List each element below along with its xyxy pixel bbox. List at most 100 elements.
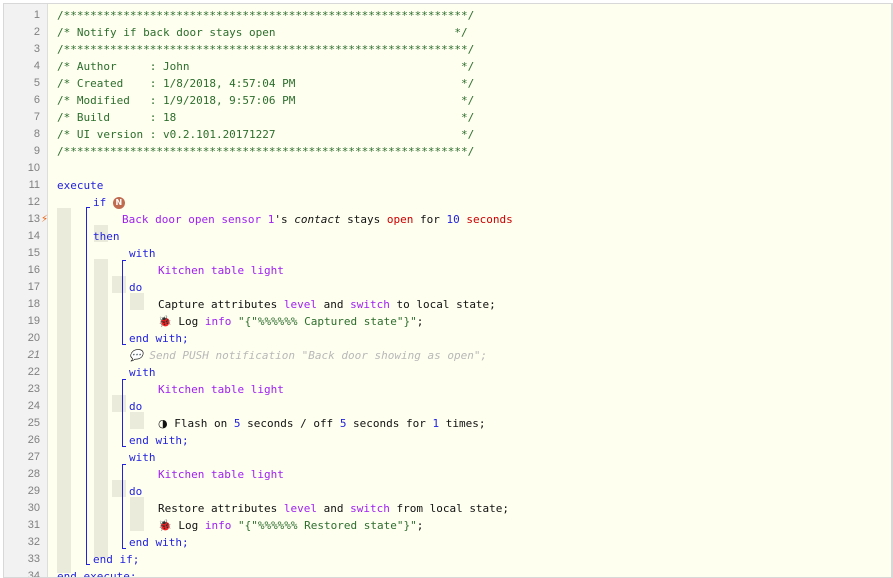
with-keyword[interactable]: with [129,245,156,262]
with-keyword[interactable]: with [129,449,156,466]
do-keyword[interactable]: do [129,483,142,500]
code-line[interactable]: 28 Kitchen table light [4,466,892,483]
line-number: 8 [33,128,40,140]
line-number: 9 [33,145,40,157]
code-line[interactable]: 7 /* Build : 18 */ [4,109,892,126]
attribute-name: level [283,298,317,311]
code-line[interactable]: 26 end with; [4,432,892,449]
lightning-bolt-icon: ⚡ [41,214,49,225]
line-number: 31 [27,519,40,531]
code-line[interactable]: 31 🐞 Log info "{"%%%%%% Restored state"}"… [4,517,892,534]
line-number: 30 [27,502,40,514]
statement-text[interactable]: Restore attributes [158,502,284,515]
line-number: 32 [27,536,40,548]
then-keyword[interactable]: then [93,228,120,245]
code-line[interactable]: 10 [4,160,892,177]
code-line[interactable]: 8 /* UI version : v0.2.101.20171227 */ [4,126,892,143]
condition-badge-icon[interactable]: N [112,197,125,209]
code-line[interactable]: 23 Kitchen table light [4,381,892,398]
statement-text[interactable]: Log [172,519,205,532]
line-number: 15 [27,247,40,259]
line-number: 23 [27,383,40,395]
code-line[interactable]: 12 if N [4,194,892,211]
line-number: 28 [27,468,40,480]
end-with-keyword[interactable]: end with; [129,534,189,551]
comment-text: /* UI version : v0.2.101.20171227 */ [57,128,475,141]
end-if-keyword[interactable]: end if; [93,551,139,568]
device-name[interactable]: Kitchen table light [158,466,284,483]
code-line[interactable]: 22 with [4,364,892,381]
code-line[interactable]: 1 /**************************************… [4,7,892,24]
do-keyword[interactable]: do [129,279,142,296]
duration-unit: seconds [459,213,513,226]
code-line[interactable]: 15 with [4,245,892,262]
line-number: 25 [27,417,40,429]
line-number: 34 [27,570,40,578]
line-number: 1 [33,9,40,21]
do-keyword[interactable]: do [129,398,142,415]
device-name[interactable]: Back door open sensor 1 [122,213,274,226]
with-keyword[interactable]: with [129,364,156,381]
line-number: 16 [27,264,40,276]
code-line[interactable]: 24 do [4,398,892,415]
log-level: info [204,315,232,328]
code-line[interactable]: 34 end execute; [4,568,892,578]
code-line[interactable]: 16 Kitchen table light [4,262,892,279]
disabled-statement-text[interactable]: 💬 Send PUSH notification "Back door show… [129,347,487,364]
code-line[interactable]: 25 ◑ Flash on 5 seconds / off 5 seconds f… [4,415,892,432]
statement-text[interactable]: Flash on [168,417,234,430]
code-line[interactable]: 11 execute [4,177,892,194]
code-line[interactable]: 19 🐞 Log info "{"%%%%%% Captured state"}"… [4,313,892,330]
line-number: 19 [27,315,40,327]
code-line[interactable]: 33 end if; [4,551,892,568]
code-editor[interactable]: 1 /**************************************… [3,3,893,578]
code-line[interactable]: 9 /**************************************… [4,143,892,160]
line-number: 26 [27,434,40,446]
line-number: 29 [27,485,40,497]
statement-text[interactable]: Log [172,315,205,328]
line-number: 21 [27,349,40,361]
end-with-keyword[interactable]: end with; [129,330,189,347]
statement-text: ; [416,315,424,328]
line-number: 4 [33,60,40,72]
statement-text: ; [416,519,424,532]
comment-text: /* Build : 18 */ [57,111,475,124]
code-line[interactable]: 29 do [4,483,892,500]
statement-text: to local state; [389,298,496,311]
statement-text: seconds for [346,417,433,430]
comment-text: /***************************************… [57,9,475,22]
end-with-keyword[interactable]: end with; [129,432,189,449]
code-line[interactable]: 17 do [4,279,892,296]
code-line[interactable]: 18 Capture attributes level and switch to… [4,296,892,313]
code-line[interactable]: 32 end with; [4,534,892,551]
line-number: 10 [27,162,40,174]
code-line[interactable]: 13 ⚡ Back door open sensor 1's contact sta… [4,211,892,228]
code-line[interactable]: 21 💬 Send PUSH notification "Back door sh… [4,347,892,364]
code-line[interactable]: 6 /* Modified : 1/9/2018, 9:57:06 PM */ [4,92,892,109]
if-keyword[interactable]: if [93,196,106,209]
code-line[interactable]: 27 with [4,449,892,466]
comment-text: /* Modified : 1/9/2018, 9:57:06 PM */ [57,94,475,107]
value-text: open [386,213,414,226]
device-name[interactable]: Kitchen table light [158,381,284,398]
attribute-name: level [283,502,317,515]
end-execute-keyword[interactable]: end execute; [57,568,136,577]
code-line[interactable]: 30 Restore attributes level and switch fr… [4,500,892,517]
code-line[interactable]: 20 end with; [4,330,892,347]
statement-text: times; [439,417,486,430]
comment-text: /* Author : John */ [57,60,475,73]
statement-text[interactable]: Capture attributes [158,298,284,311]
statement-text: and [316,298,351,311]
line-number: 27 [27,451,40,463]
code-line[interactable]: 4 /* Author : John */ [4,58,892,75]
line-number: 12 [27,196,40,208]
attribute-name: contact [294,213,341,226]
execute-keyword[interactable]: execute [57,177,103,194]
code-line[interactable]: 3 /**************************************… [4,41,892,58]
code-line[interactable]: 5 /* Created : 1/8/2018, 4:57:04 PM */ [4,75,892,92]
device-name[interactable]: Kitchen table light [158,262,284,279]
code-line[interactable]: 2 /* Notify if back door stays open */ [4,24,892,41]
line-number: 20 [27,332,40,344]
line-number: 33 [27,553,40,565]
code-line[interactable]: 14 then [4,228,892,245]
